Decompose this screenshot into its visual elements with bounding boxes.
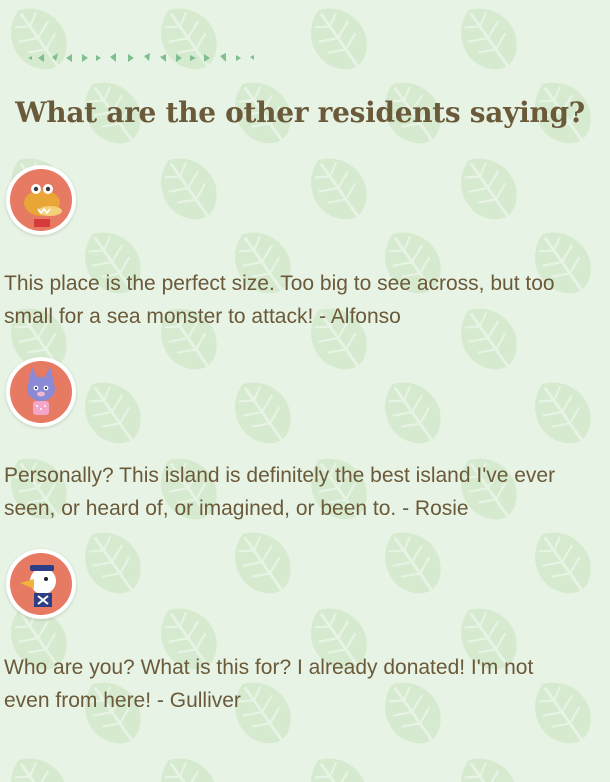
- section-heading: What are the other residents saying?: [15, 96, 585, 129]
- gulliver-avatar-icon: [10, 553, 72, 615]
- testimonial-quote: Personally? This island is definitely th…: [4, 464, 556, 520]
- testimonial-quote: Who are you? What is this for? I already…: [4, 656, 534, 712]
- rosie-avatar-icon: [10, 361, 72, 423]
- avatar: [6, 357, 76, 427]
- avatar: [6, 165, 76, 235]
- avatar: [6, 549, 76, 619]
- alfonso-avatar-icon: [10, 169, 72, 231]
- testimonial-quote: This place is the perfect size. Too big …: [4, 272, 555, 328]
- testimonials-section: What are the other residents saying? Thi…: [0, 0, 610, 782]
- decorative-dotted-line: [28, 53, 254, 62]
